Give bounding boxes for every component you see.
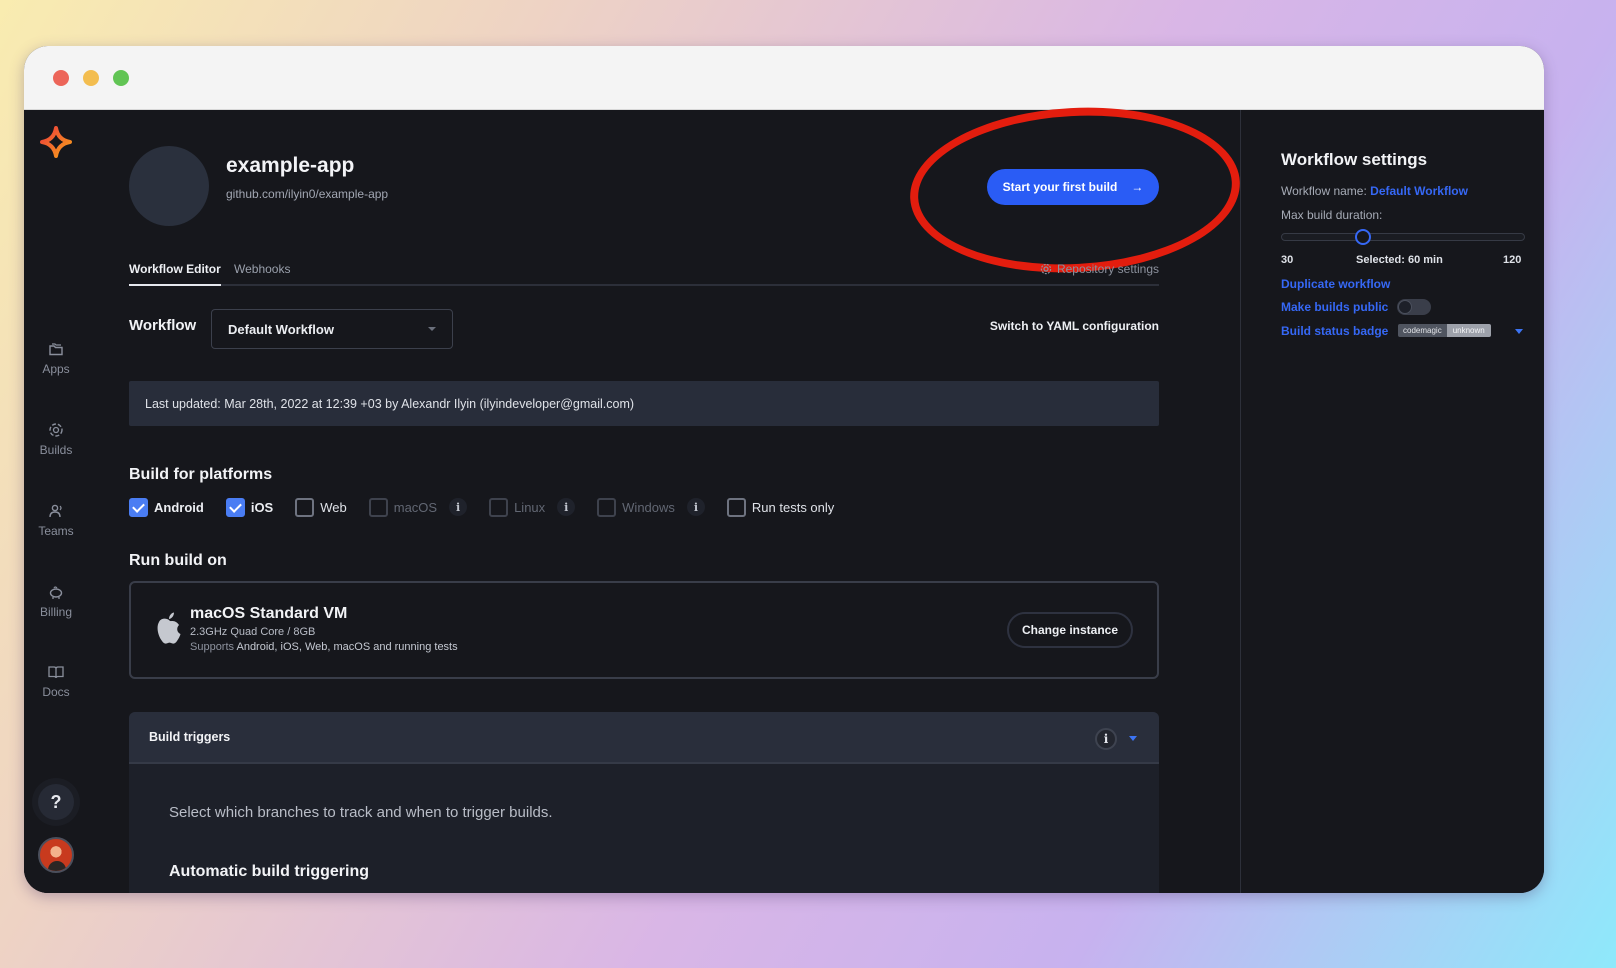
workflow-settings-title: Workflow settings [1281, 150, 1428, 169]
make-builds-public-label: Make builds public [1281, 300, 1389, 314]
switch-to-yaml-link[interactable]: Switch to YAML configuration [990, 319, 1159, 333]
sidebar-item-label: Apps [42, 362, 70, 376]
platform-checkboxes: Android iOS Web macOS i Linux i Windows i R… [129, 497, 856, 517]
sidebar-item-label: Billing [39, 605, 72, 619]
sidebar-item-label: Builds [39, 443, 73, 457]
workflow-select[interactable]: Default Workflow [211, 309, 453, 349]
platform-ios[interactable]: iOS [225, 497, 273, 517]
max-duration-slider[interactable] [1281, 229, 1525, 245]
codemagic-logo-icon[interactable] [40, 126, 72, 158]
browser-window: Apps Builds Teams Billing Docs ? example… [24, 46, 1544, 893]
chevron-down-icon[interactable] [1129, 736, 1137, 741]
main-content: example-app github.com/ilyin0/example-ap… [88, 99, 1245, 893]
platform-web[interactable]: Web [295, 497, 347, 517]
gear-icon [1040, 263, 1052, 275]
info-icon[interactable]: i [1095, 728, 1117, 750]
tab-bar: Workflow Editor Webhooks Repository sett… [129, 260, 1159, 286]
window-titlebar [24, 46, 1544, 110]
web-checkbox[interactable] [295, 497, 315, 517]
platform-windows[interactable]: Windows i [597, 497, 705, 517]
repo-url[interactable]: github.com/ilyin0/example-app [226, 187, 388, 201]
run-tests-only[interactable]: Run tests only [726, 497, 834, 517]
macos-checkbox[interactable] [368, 497, 388, 517]
sidebar: Apps Builds Teams Billing Docs ? [24, 110, 88, 893]
app-name: example-app [226, 154, 355, 177]
change-instance-button[interactable]: Change instance [1007, 612, 1133, 648]
max-duration-label: Max build duration: [1281, 208, 1383, 222]
chevron-down-icon [428, 327, 436, 331]
minimize-window-button[interactable] [83, 70, 99, 86]
platform-macos[interactable]: macOS i [368, 497, 468, 517]
arrow-right-icon: → [1131, 180, 1144, 194]
info-icon[interactable]: i [557, 498, 576, 516]
chevron-down-icon[interactable] [1515, 329, 1523, 334]
slider-thumb[interactable] [1354, 229, 1371, 245]
close-window-button[interactable] [53, 70, 69, 86]
maximize-window-button[interactable] [113, 70, 129, 86]
sidebar-item-billing[interactable]: Billing [24, 583, 88, 619]
book-icon [48, 666, 64, 679]
piggy-bank-icon [49, 586, 63, 599]
sidebar-item-builds[interactable]: Builds [24, 421, 88, 457]
app-content: Apps Builds Teams Billing Docs ? example… [24, 99, 1544, 893]
linux-checkbox[interactable] [489, 497, 509, 517]
start-first-build-button[interactable]: Start your first build → [987, 169, 1159, 205]
last-updated-banner: Last updated: Mar 28th, 2022 at 12:39 +0… [129, 381, 1159, 426]
help-button[interactable]: ? [38, 784, 74, 820]
start-build-label: Start your first build [1002, 180, 1118, 194]
build-platforms-title: Build for platforms [129, 466, 273, 483]
windows-checkbox[interactable] [597, 497, 617, 517]
build-triggers-title: Build triggers [149, 730, 231, 744]
sidebar-item-label: Teams [38, 524, 74, 538]
workflow-select-value: Default Workflow [228, 321, 334, 337]
info-icon[interactable]: i [449, 498, 468, 516]
folder-icon [49, 343, 63, 356]
automatic-triggering-title: Automatic build triggering [169, 863, 369, 880]
build-status-badge: codemagic unknown [1398, 324, 1491, 337]
slider-min-label: 30 [1281, 254, 1294, 266]
duplicate-workflow-link[interactable]: Duplicate workflow [1281, 277, 1390, 291]
build-status-badge-link[interactable]: Build status badge [1281, 324, 1388, 338]
platform-linux[interactable]: Linux i [489, 497, 576, 517]
build-instance-card: macOS Standard VM 2.3GHz Quad Core / 8GB… [129, 581, 1159, 679]
workflow-settings-panel: Workflow settings Workflow name: Default… [1241, 110, 1544, 893]
slider-max-label: 120 [1503, 254, 1522, 266]
sidebar-item-teams[interactable]: Teams [24, 502, 88, 538]
supported-platforms: Android, iOS, Web, macOS and running tes… [236, 641, 458, 653]
android-checkbox[interactable] [129, 497, 148, 517]
user-avatar[interactable] [38, 837, 74, 873]
run-tests-only-checkbox[interactable] [726, 497, 746, 517]
builds-icon [49, 423, 63, 437]
workflow-label: Workflow [129, 317, 197, 334]
platform-android[interactable]: Android [129, 497, 204, 517]
repo-avatar [129, 146, 209, 226]
instance-spec: 2.3GHz Quad Core / 8GB [190, 626, 316, 638]
build-triggers-header[interactable]: Build triggers i [129, 712, 1159, 764]
workflow-name-row: Workflow name: Default Workflow [1281, 184, 1468, 198]
last-updated-text: Last updated: Mar 28th, 2022 at 12:39 +0… [145, 396, 635, 411]
sidebar-item-label: Docs [42, 685, 70, 699]
ios-checkbox[interactable] [225, 497, 245, 517]
instance-name: macOS Standard VM [190, 605, 348, 622]
slider-selected-label: Selected: 60 min [1356, 254, 1443, 266]
tab-webhooks[interactable]: Webhooks [234, 262, 290, 284]
teams-icon [49, 504, 62, 518]
workflow-name-link[interactable]: Default Workflow [1370, 184, 1468, 198]
apple-icon [157, 612, 181, 644]
run-build-on-title: Run build on [129, 552, 227, 569]
build-triggers-section: Build triggers i Select which branches t… [129, 712, 1159, 893]
tab-workflow-editor[interactable]: Workflow Editor [129, 262, 221, 286]
build-triggers-description: Select which branches to track and when … [169, 804, 553, 821]
sidebar-item-apps[interactable]: Apps [24, 340, 88, 376]
sidebar-item-docs[interactable]: Docs [24, 663, 88, 699]
instance-supports: Supports Android, iOS, Web, macOS and ru… [190, 641, 458, 653]
repository-settings-label: Repository settings [1056, 262, 1159, 276]
repository-settings-link[interactable]: Repository settings [1040, 262, 1159, 276]
make-builds-public-toggle[interactable] [1397, 299, 1431, 315]
info-icon[interactable]: i [686, 498, 705, 516]
